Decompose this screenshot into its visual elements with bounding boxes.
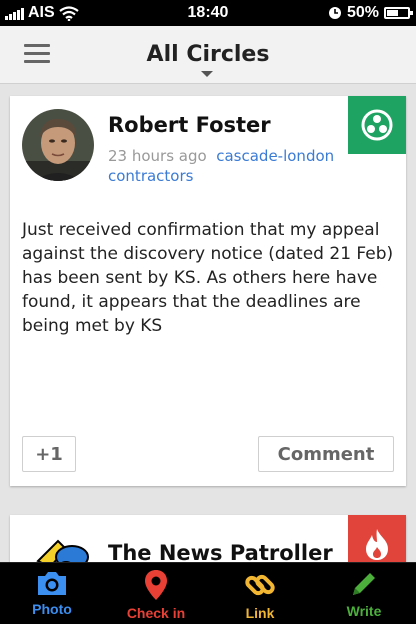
map-pin-icon — [145, 570, 167, 600]
caret-down-icon[interactable] — [201, 71, 213, 77]
pencil-icon — [353, 573, 375, 595]
tab-write[interactable]: Write — [312, 563, 416, 624]
camera-icon — [38, 572, 66, 595]
page-title[interactable]: All Circles — [0, 42, 416, 67]
battery-percent: 50% — [346, 4, 379, 21]
tab-label: Check in — [126, 605, 186, 621]
plus-one-button[interactable]: +1 — [22, 436, 76, 472]
tab-link[interactable]: Link — [208, 563, 312, 624]
tab-photo[interactable]: Photo — [0, 563, 104, 624]
tab-label: Link — [245, 605, 275, 621]
clock-icon — [328, 7, 341, 19]
post-card: Robert Foster 23 hours ago cascade-londo… — [10, 96, 406, 486]
community-badge[interactable] — [348, 96, 406, 154]
post-time: 23 hours ago — [108, 147, 207, 165]
tab-label: Write — [346, 603, 382, 619]
post-body: Just received confirmation that my appea… — [22, 220, 394, 336]
tab-check-in[interactable]: Check in — [104, 563, 208, 624]
battery-fill — [387, 10, 398, 16]
post-author[interactable]: Robert Foster — [108, 113, 271, 137]
avatar[interactable] — [22, 109, 94, 181]
comment-button[interactable]: Comment — [258, 436, 394, 472]
tab-label: Photo — [32, 601, 72, 617]
post-meta: 23 hours ago cascade-london contractors — [108, 146, 348, 186]
flame-icon — [366, 529, 388, 560]
link-icon — [245, 574, 275, 596]
community-icon — [361, 109, 393, 141]
status-bar: AIS 18:40 50% — [0, 0, 416, 26]
bottom-tab-bar: Photo Check in Link Write — [0, 562, 416, 624]
app-header: All Circles — [0, 26, 416, 84]
battery-icon — [384, 7, 413, 19]
